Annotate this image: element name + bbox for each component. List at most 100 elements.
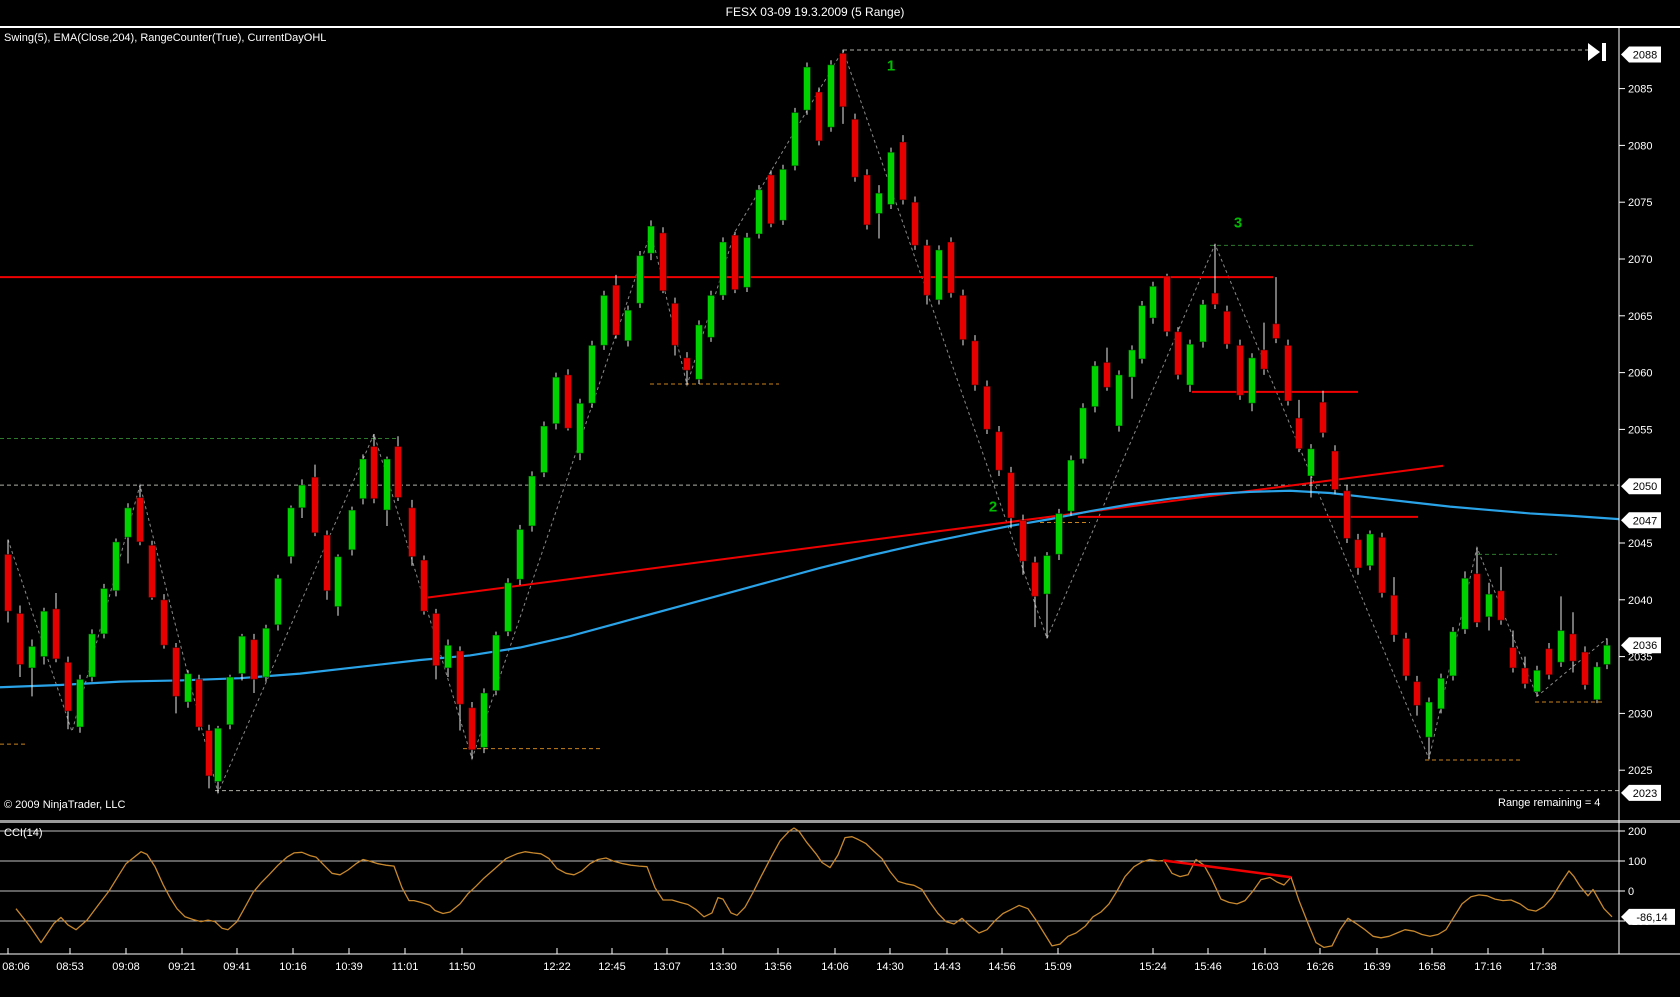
candle-up (600, 294, 608, 346)
candle-up (287, 507, 295, 558)
candle-up (887, 151, 895, 205)
candle-down (767, 174, 775, 225)
cci-value-marker-text: -86,14 (1636, 912, 1667, 924)
candle-up (1485, 593, 1493, 618)
candle-up (1128, 349, 1136, 378)
candle-down (983, 385, 991, 430)
go-to-last-bar-icon[interactable] (1588, 43, 1600, 61)
cci-panel-label: CCI(14) (4, 827, 43, 839)
candle-down (370, 445, 378, 500)
candle-down (1223, 310, 1231, 345)
candle-down (1413, 681, 1421, 706)
candle-up (40, 610, 48, 658)
candle-up (755, 189, 763, 235)
time-tick-label: 15:46 (1194, 961, 1222, 973)
candle-up (791, 111, 799, 167)
price-tick-label: 2055 (1628, 424, 1652, 436)
candle-up (875, 192, 883, 215)
candle-down (250, 639, 258, 680)
candle-down (1236, 344, 1244, 396)
candle-down (1331, 450, 1339, 491)
candle-down (1581, 651, 1589, 686)
panel-divider[interactable] (0, 820, 1680, 823)
candle-up (695, 324, 703, 380)
candle-up (238, 635, 246, 675)
price-tick-label: 2085 (1628, 84, 1652, 96)
candle-up (1425, 701, 1433, 738)
day-high-marker-text: 2088 (1633, 50, 1657, 62)
time-tick-label: 14:30 (876, 961, 904, 973)
candle-up (76, 678, 84, 728)
candle-down (1260, 349, 1268, 370)
candle-down (16, 612, 24, 666)
candle-up (262, 627, 270, 678)
candle-down (172, 647, 180, 697)
go-to-last-bar-icon-bar[interactable] (1602, 43, 1606, 61)
price-tick-label: 2060 (1628, 368, 1652, 380)
candle-up (100, 587, 108, 635)
candle-up (274, 577, 282, 626)
range-remaining-label: Range remaining = 4 (1498, 797, 1601, 809)
time-tick-label: 12:45 (598, 961, 626, 973)
time-tick-label: 13:07 (653, 961, 681, 973)
candle-up (348, 509, 356, 551)
candle-down (659, 232, 667, 292)
time-tick-label: 14:06 (821, 961, 849, 973)
candle-down (1019, 519, 1027, 562)
time-tick-label: 08:06 (2, 961, 30, 973)
swing-count-label-3: 3 (1233, 214, 1243, 232)
time-tick-label: 11:01 (392, 961, 419, 973)
candle-up (1248, 357, 1256, 404)
time-tick-label: 15:24 (1139, 961, 1167, 973)
time-tick-label: 13:56 (764, 961, 792, 973)
candle-up (214, 727, 222, 783)
price-tick-label: 2040 (1628, 595, 1652, 607)
candle-up (1366, 533, 1374, 567)
time-tick-label: 11:50 (449, 961, 476, 973)
candle-up (1557, 629, 1565, 663)
candle-up (516, 528, 524, 580)
candle-up (492, 634, 500, 692)
candle-down (1569, 633, 1577, 662)
candle-down (1295, 417, 1303, 450)
candle-up (1091, 365, 1099, 408)
candle-up (1186, 343, 1194, 386)
last-price-marker-text: 2036 (1633, 640, 1657, 652)
candle-up (803, 66, 811, 111)
cci-line (15, 827, 1613, 949)
time-tick-label: 10:39 (335, 961, 363, 973)
cci-tick-label: 200 (1628, 826, 1646, 838)
ema-value-marker-text: 2047 (1633, 515, 1657, 527)
candle-up (359, 458, 367, 500)
candle-down (731, 234, 739, 291)
cci-tick-label: 100 (1628, 856, 1646, 868)
candle-up (334, 556, 342, 608)
candle-down (947, 241, 955, 294)
candle-down (311, 476, 319, 534)
candle-up (504, 582, 512, 633)
chart-canvas[interactable]: 2085 2080 2075 2070 2065 2060 2055 2045 2040 2035… (0, 0, 1680, 997)
time-tick-label: 16:58 (1418, 961, 1446, 973)
price-tick-label: 2025 (1628, 765, 1652, 777)
candle-down (1545, 648, 1553, 676)
uptrend-line (427, 464, 1444, 599)
price-tick-label: 2065 (1628, 311, 1652, 323)
candle-up (1079, 407, 1087, 460)
candle-down (911, 201, 919, 246)
candle-down (1402, 637, 1410, 677)
price-tick-label: 2045 (1628, 538, 1652, 550)
candle-up (707, 294, 715, 338)
candle-up (647, 225, 655, 254)
time-tick-label: 10:16 (279, 961, 307, 973)
candle-up (1138, 305, 1146, 360)
candle-down (1497, 590, 1505, 621)
swing-zigzag-line (7, 48, 1608, 795)
candle-up (444, 644, 452, 669)
candle-down (160, 599, 168, 646)
candle-up (184, 673, 192, 703)
candle-down (1378, 536, 1386, 594)
time-tick-label: 09:21 (168, 961, 196, 973)
candle-down (1521, 667, 1529, 685)
time-tick-label: 12:22 (543, 961, 571, 973)
candle-up (1449, 631, 1457, 677)
